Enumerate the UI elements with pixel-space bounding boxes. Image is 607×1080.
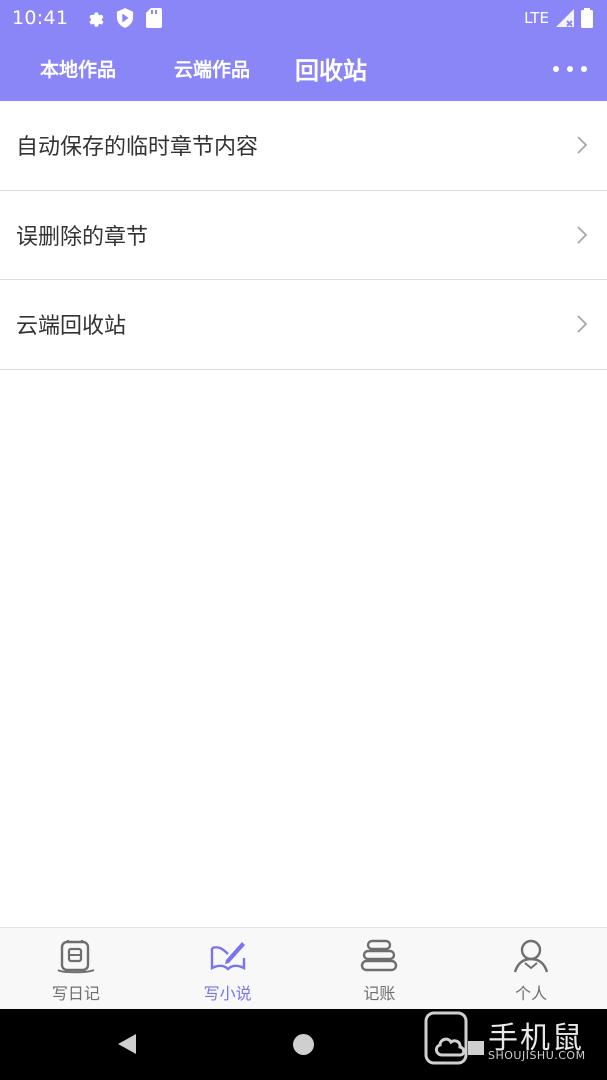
tab-label: 本地作品	[40, 59, 117, 81]
tab-cloud-works[interactable]: 云端作品	[174, 36, 250, 101]
list-item-label: 误删除的章节	[16, 224, 149, 250]
list-item-label: 自动保存的临时章节内容	[16, 135, 259, 161]
cloud-logo-icon	[424, 1011, 484, 1065]
list-item-cloud-recycle-bin[interactable]: 云端回收站	[0, 280, 607, 370]
watermark: 手机鼠 SHOUJISHU.COM	[422, 1009, 607, 1069]
more-dots-icon[interactable]	[553, 54, 587, 84]
nav-label: 写日记	[51, 984, 100, 1003]
watermark-sub: SHOUJISHU.COM	[488, 1049, 586, 1062]
person-icon	[513, 939, 549, 973]
network-type: LTE	[524, 9, 549, 27]
status-time: 10:41	[12, 7, 69, 29]
nav-label: 个人	[515, 984, 548, 1003]
coins-stack-icon	[361, 939, 398, 972]
nav-item-novel[interactable]: 写小说	[152, 928, 304, 1009]
nav-item-profile[interactable]: 个人	[455, 928, 607, 1009]
list-item-autosaved-chapters[interactable]: 自动保存的临时章节内容	[0, 101, 607, 191]
status-bar: 10:41 LTE	[0, 0, 607, 36]
sd-card-icon	[146, 8, 163, 28]
chevron-right-icon	[577, 315, 588, 333]
nav-label: 写小说	[203, 984, 252, 1003]
tab-local-works[interactable]: 本地作品	[40, 36, 116, 101]
bottom-nav: 写日记 写小说 记账 个人	[0, 927, 607, 1009]
back-icon[interactable]	[116, 1032, 138, 1056]
tab-recycle-bin[interactable]: 回收站	[295, 36, 367, 101]
diary-icon	[57, 940, 95, 974]
nav-item-accounting[interactable]: 记账	[304, 928, 456, 1009]
novel-pen-icon	[210, 942, 245, 971]
nav-label: 记账	[363, 984, 396, 1003]
status-icons-left	[84, 8, 163, 28]
tab-label: 云端作品	[174, 59, 251, 81]
gear-icon	[89, 12, 104, 27]
list-item-deleted-chapters[interactable]: 误删除的章节	[0, 191, 607, 280]
chevron-right-icon	[577, 226, 588, 244]
chevron-right-icon	[577, 136, 588, 154]
signal-icon	[556, 9, 574, 27]
nav-item-diary[interactable]: 写日记	[0, 928, 152, 1009]
recycle-options-list: 自动保存的临时章节内容 误删除的章节 云端回收站	[0, 101, 607, 370]
home-button[interactable]	[293, 1034, 314, 1055]
shield-play-icon	[117, 8, 134, 28]
status-icons-right: LTE	[524, 8, 593, 28]
battery-icon	[581, 8, 593, 28]
tab-label: 回收站	[295, 57, 367, 85]
list-item-label: 云端回收站	[16, 314, 127, 340]
app-bar: 本地作品 云端作品 回收站	[0, 36, 607, 101]
